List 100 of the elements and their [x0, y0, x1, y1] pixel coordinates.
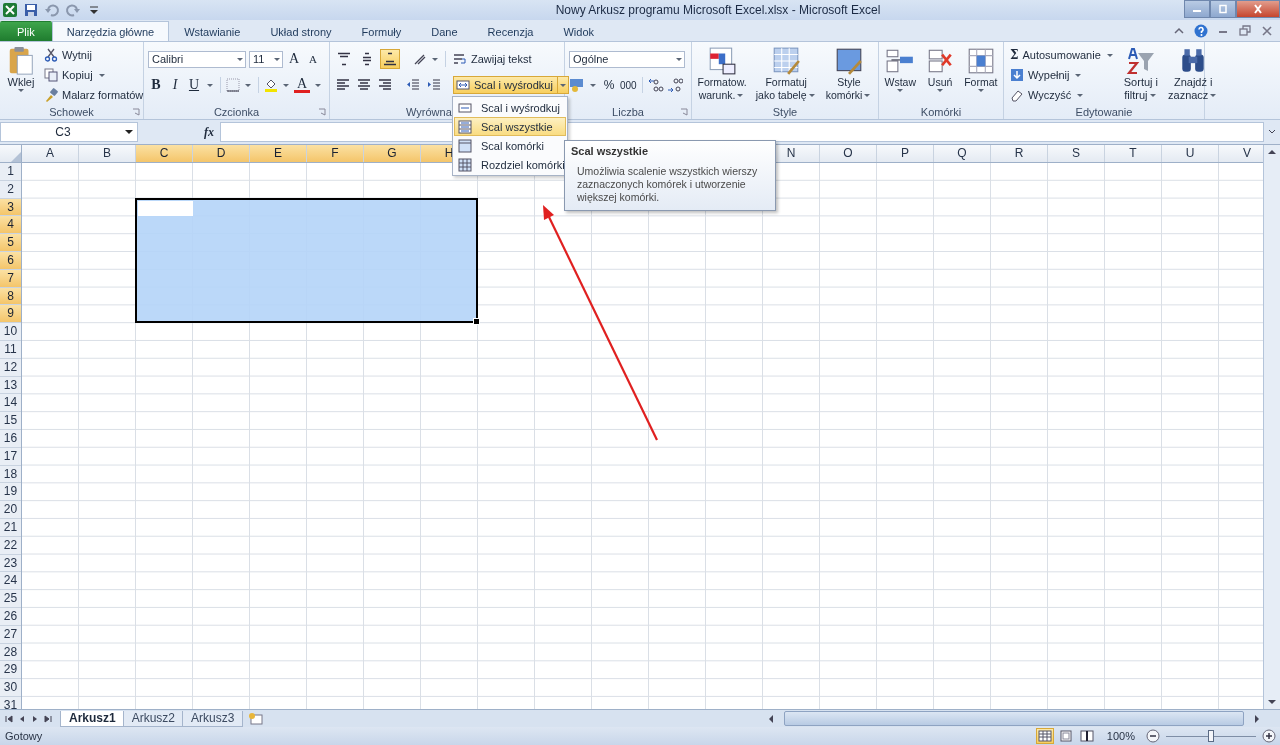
- clipboard-command[interactable]: Kopiuj: [42, 66, 146, 84]
- font-size-field[interactable]: 11: [249, 50, 283, 68]
- increase-decimal-icon[interactable]: [647, 77, 664, 93]
- row-header[interactable]: 23: [0, 554, 21, 573]
- zoom-in-icon[interactable]: [1262, 729, 1276, 743]
- styles-command[interactable]: Formatuj jako tabelę: [755, 45, 817, 104]
- ribbon-tab[interactable]: Recenzja: [472, 21, 549, 41]
- row-header[interactable]: 19: [0, 483, 21, 502]
- bold-button[interactable]: B: [148, 76, 164, 94]
- close-button[interactable]: [1236, 0, 1280, 18]
- text-orientation-icon[interactable]: [413, 52, 427, 66]
- view-button[interactable]: [1077, 728, 1096, 744]
- row-header[interactable]: 27: [0, 625, 21, 644]
- sheet-tab[interactable]: Arkusz3: [182, 710, 244, 727]
- column-header[interactable]: Q: [934, 145, 991, 162]
- row-header[interactable]: 29: [0, 661, 21, 680]
- zoom-out-icon[interactable]: [1146, 729, 1160, 743]
- font-name-field[interactable]: Calibri: [148, 50, 246, 68]
- row-header[interactable]: 24: [0, 572, 21, 591]
- fill-bucket-icon[interactable]: [264, 78, 278, 92]
- row-header[interactable]: 25: [0, 590, 21, 608]
- ribbon-tab[interactable]: Dane: [416, 21, 473, 41]
- clipboard-command[interactable]: Wytnij: [42, 46, 146, 64]
- row-header[interactable]: 13: [0, 376, 21, 395]
- row-header[interactable]: 28: [0, 643, 21, 662]
- spreadsheet-logo-icon[interactable]: [2, 2, 18, 18]
- column-header[interactable]: O: [820, 145, 877, 162]
- column-header[interactable]: E: [250, 145, 307, 162]
- row-header[interactable]: 30: [0, 679, 21, 697]
- column-header[interactable]: A: [22, 145, 79, 162]
- minimize-button[interactable]: [1184, 0, 1210, 18]
- ribbon-tab[interactable]: Wstawianie: [169, 21, 256, 41]
- last-sheet-icon[interactable]: [43, 713, 53, 724]
- column-header[interactable]: S: [1048, 145, 1105, 162]
- borders-icon[interactable]: [226, 78, 240, 92]
- column-header[interactable]: C: [136, 145, 193, 162]
- row-header[interactable]: 10: [0, 323, 21, 341]
- row-header[interactable]: 5: [0, 234, 21, 252]
- insert-function-button[interactable]: fx: [204, 124, 214, 140]
- merge-center-button[interactable]: Scal i wyśrodkuj: [453, 76, 569, 94]
- row-header[interactable]: 9: [0, 305, 21, 324]
- percent-button[interactable]: %: [601, 76, 617, 94]
- decrease-decimal-icon[interactable]: [666, 77, 683, 93]
- horizontal-align-icon[interactable]: [336, 78, 350, 92]
- autosum-button[interactable]: Σ Autosumowanie: [1008, 46, 1117, 64]
- decrease-indent-icon[interactable]: [406, 78, 420, 92]
- number-format-field[interactable]: Ogólne: [569, 50, 685, 68]
- row-header[interactable]: 1: [0, 163, 21, 181]
- zoom-level[interactable]: 100%: [1106, 730, 1135, 742]
- close-icon[interactable]: [1260, 23, 1274, 38]
- cells-command[interactable]: Usuń: [925, 45, 956, 104]
- maximize-button[interactable]: [1210, 0, 1236, 18]
- column-header[interactable]: P: [877, 145, 934, 162]
- fill-button[interactable]: Wypełnij: [1008, 66, 1117, 84]
- column-header[interactable]: U: [1162, 145, 1219, 162]
- sheet-tab[interactable]: Arkusz2: [122, 710, 185, 727]
- increase-indent-icon[interactable]: [427, 78, 441, 92]
- menu-item[interactable]: Scal i wyśrodkuj: [454, 98, 566, 117]
- underline-button[interactable]: U: [186, 76, 202, 94]
- selected-range[interactable]: [135, 197, 478, 324]
- ribbon-tab[interactable]: Formuły: [346, 21, 417, 41]
- font-color-button[interactable]: A: [294, 77, 310, 93]
- column-header[interactable]: F: [307, 145, 364, 162]
- menu-item[interactable]: Scal wszystkie: [454, 117, 566, 136]
- restore-icon[interactable]: [1238, 23, 1252, 38]
- clipboard-command[interactable]: Malarz formatów: [42, 86, 146, 104]
- sort-filter-button[interactable]: Sortuj i filtruj: [1120, 45, 1161, 104]
- shrink-font-button[interactable]: A: [305, 50, 321, 68]
- grow-font-button[interactable]: A: [286, 50, 302, 68]
- column-header[interactable]: T: [1105, 145, 1162, 162]
- save-icon[interactable]: [23, 2, 39, 18]
- column-header[interactable]: R: [991, 145, 1048, 162]
- row-header[interactable]: 12: [0, 358, 21, 377]
- column-header[interactable]: G: [364, 145, 421, 162]
- thousands-button[interactable]: 000: [620, 76, 637, 94]
- row-header[interactable]: 20: [0, 501, 21, 519]
- vertical-align-button[interactable]: [380, 49, 400, 69]
- column-header[interactable]: D: [193, 145, 250, 162]
- sheet-tab[interactable]: Arkusz1: [60, 710, 125, 727]
- row-header[interactable]: 21: [0, 518, 21, 537]
- row-header[interactable]: 15: [0, 412, 21, 430]
- file-tab[interactable]: Plik: [0, 21, 52, 41]
- horizontal-align-icon[interactable]: [378, 78, 392, 92]
- row-header[interactable]: 2: [0, 180, 21, 199]
- styles-command[interactable]: Formatow. warunk.: [697, 45, 747, 104]
- row-header[interactable]: 26: [0, 607, 21, 626]
- wrap-text-button[interactable]: Zawijaj tekst: [451, 50, 534, 68]
- ribbon-tab[interactable]: Widok: [548, 21, 609, 41]
- name-box[interactable]: C3: [0, 122, 138, 142]
- row-header[interactable]: 17: [0, 447, 21, 466]
- currency-icon[interactable]: [569, 77, 585, 93]
- styles-command[interactable]: Style komórki: [825, 45, 873, 104]
- row-header[interactable]: 14: [0, 394, 21, 413]
- row-header[interactable]: 18: [0, 465, 21, 484]
- row-header[interactable]: 22: [0, 536, 21, 555]
- horizontal-align-icon[interactable]: [357, 78, 371, 92]
- ribbon-tab[interactable]: Układ strony: [255, 21, 347, 41]
- zoom-slider-thumb[interactable]: [1208, 729, 1214, 742]
- row-header[interactable]: 4: [0, 216, 21, 235]
- italic-button[interactable]: I: [167, 76, 183, 94]
